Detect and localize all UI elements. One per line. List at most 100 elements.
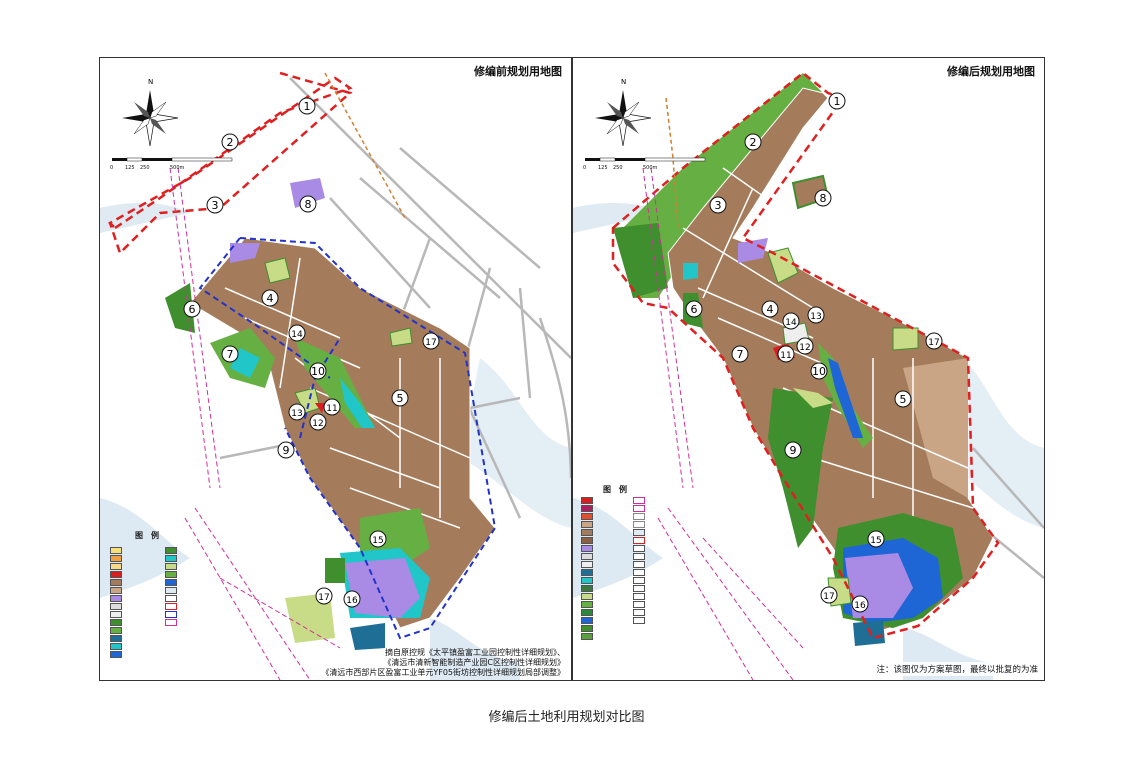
- scale-label: 125: [125, 165, 135, 171]
- north-label: N: [148, 78, 153, 86]
- scale-bar: [112, 157, 233, 162]
- scale-label: 125: [598, 165, 608, 171]
- parcel-marker-12: 12: [796, 337, 814, 355]
- source-note-3: 《清远市西部片区盈富工业单元YF05街坊控制性详细规划局部调整》: [321, 668, 565, 677]
- parcel-marker-3: 3: [206, 196, 224, 214]
- parcel-marker-17: 17: [315, 587, 333, 605]
- svg-text:15: 15: [870, 536, 881, 546]
- svg-text:17: 17: [318, 593, 329, 603]
- parcel-marker-15: 15: [369, 530, 387, 548]
- scale-label: 250: [613, 165, 623, 171]
- figure-caption: 修编后土地利用规划对比图: [488, 710, 645, 725]
- parcel-marker-12: 12: [309, 413, 327, 431]
- svg-text:6: 6: [691, 303, 698, 316]
- svg-text:7: 7: [227, 348, 234, 361]
- svg-text:3: 3: [212, 199, 219, 212]
- legend-title: 图 例: [135, 531, 159, 540]
- parcel-marker-7: 7: [731, 345, 749, 363]
- svg-text:17: 17: [823, 592, 834, 602]
- svg-text:14: 14: [291, 330, 303, 340]
- legend-swatches-2: [165, 546, 180, 626]
- parcel-marker-4: 4: [761, 300, 779, 318]
- parcel-marker-17b: 17: [925, 332, 943, 350]
- parcel-marker-6: 6: [685, 300, 703, 318]
- source-note-1: 摘自原控规《太平镇盈富工业园控制性详细规划》、: [385, 648, 565, 657]
- svg-text:2: 2: [750, 136, 757, 149]
- scale-label: 0: [110, 165, 113, 171]
- north-arrow-icon: [122, 90, 179, 147]
- svg-text:4: 4: [267, 292, 274, 305]
- parcel-marker-7: 7: [221, 345, 239, 363]
- svg-text:12: 12: [312, 419, 323, 429]
- svg-text:6: 6: [189, 303, 196, 316]
- svg-text:13: 13: [810, 312, 821, 322]
- svg-text:9: 9: [283, 444, 290, 457]
- disclaimer-note: 注：该图仅为方案草图，最终以批复的为准: [874, 662, 1040, 676]
- parcel-marker-14: 14: [288, 324, 306, 342]
- legend-swatches-2: [633, 496, 648, 624]
- svg-text:13: 13: [291, 409, 302, 419]
- map-title: 修编前规划用地图: [471, 62, 565, 80]
- parcel-marker-13: 13: [807, 306, 825, 324]
- parcel-marker-8: 8: [814, 189, 832, 207]
- svg-text:8: 8: [820, 192, 827, 205]
- svg-text:10: 10: [812, 365, 826, 378]
- map-title: 修编后规划用地图: [944, 62, 1038, 80]
- parcel-marker-5: 5: [894, 390, 912, 408]
- svg-text:5: 5: [397, 392, 404, 405]
- svg-text:5: 5: [900, 393, 907, 406]
- legend-title: 图 例: [603, 485, 627, 494]
- parcel-marker-8: 8: [299, 195, 317, 213]
- parcel-marker-15: 15: [867, 530, 885, 548]
- svg-text:11: 11: [326, 404, 337, 414]
- parcel-marker-5: 5: [391, 389, 409, 407]
- parcel-marker-6: 6: [183, 300, 201, 318]
- scale-label: 500m: [643, 165, 658, 171]
- parcel-marker-17: 17: [820, 586, 838, 604]
- north-arrow-icon: [595, 90, 652, 147]
- svg-text:7: 7: [737, 348, 744, 361]
- parcel-marker-16: 16: [851, 595, 869, 613]
- parcel-marker-4: 4: [261, 289, 279, 307]
- svg-text:9: 9: [790, 444, 797, 457]
- legend-swatches: [110, 546, 125, 658]
- parcel-marker-1: 1: [298, 97, 316, 115]
- svg-text:16: 16: [346, 596, 358, 606]
- scale-label: 250: [140, 165, 150, 171]
- legend-swatches: [581, 496, 596, 640]
- parcel-marker-17b: 17: [422, 332, 440, 350]
- scale-label: 500m: [170, 165, 185, 171]
- scale-label: 0: [583, 165, 586, 171]
- parcel-marker-10: 10: [810, 362, 828, 380]
- source-note-2: 《清远市清新智能制造产业园C区控制性详细规划》: [383, 658, 565, 667]
- north-label: N: [621, 78, 626, 86]
- parcel-marker-3: 3: [709, 196, 727, 214]
- svg-text:12: 12: [799, 343, 810, 353]
- svg-text:2: 2: [227, 136, 234, 149]
- parcel-marker-2: 2: [744, 133, 762, 151]
- source-notes: 摘自原控规《太平镇盈富工业园控制性详细规划》、 《清远市清新智能制造产业园C区控…: [220, 648, 565, 678]
- parcel-marker-1: 1: [828, 92, 846, 110]
- svg-text:15: 15: [372, 536, 383, 546]
- svg-text:11: 11: [780, 351, 791, 361]
- parcel-marker-13: 13: [288, 403, 306, 421]
- map-after-revision: N 0 125 250 500m 1 2 3 4 5 6 7 8 9 10 11…: [572, 57, 1045, 681]
- parcel-marker-14: 14: [782, 312, 800, 330]
- parcel-marker-11: 11: [323, 398, 341, 416]
- svg-text:8: 8: [305, 198, 312, 211]
- svg-text:4: 4: [767, 303, 774, 316]
- svg-text:14: 14: [785, 318, 797, 328]
- parcel-marker-9: 9: [784, 441, 802, 459]
- svg-text:1: 1: [834, 95, 841, 108]
- svg-text:3: 3: [715, 199, 722, 212]
- svg-text:16: 16: [854, 601, 866, 611]
- svg-text:17: 17: [928, 338, 939, 348]
- svg-text:10: 10: [311, 365, 325, 378]
- parcel-marker-16: 16: [343, 590, 361, 608]
- svg-text:1: 1: [304, 100, 311, 113]
- parcel-marker-9: 9: [277, 441, 295, 459]
- map-before-revision: N 0 125 250 500m 1 2 3 4 5 6 7 8 9 10 11: [99, 57, 572, 681]
- parcel-marker-2: 2: [221, 133, 239, 151]
- scale-bar: [585, 157, 706, 162]
- parcel-marker-11: 11: [777, 345, 795, 363]
